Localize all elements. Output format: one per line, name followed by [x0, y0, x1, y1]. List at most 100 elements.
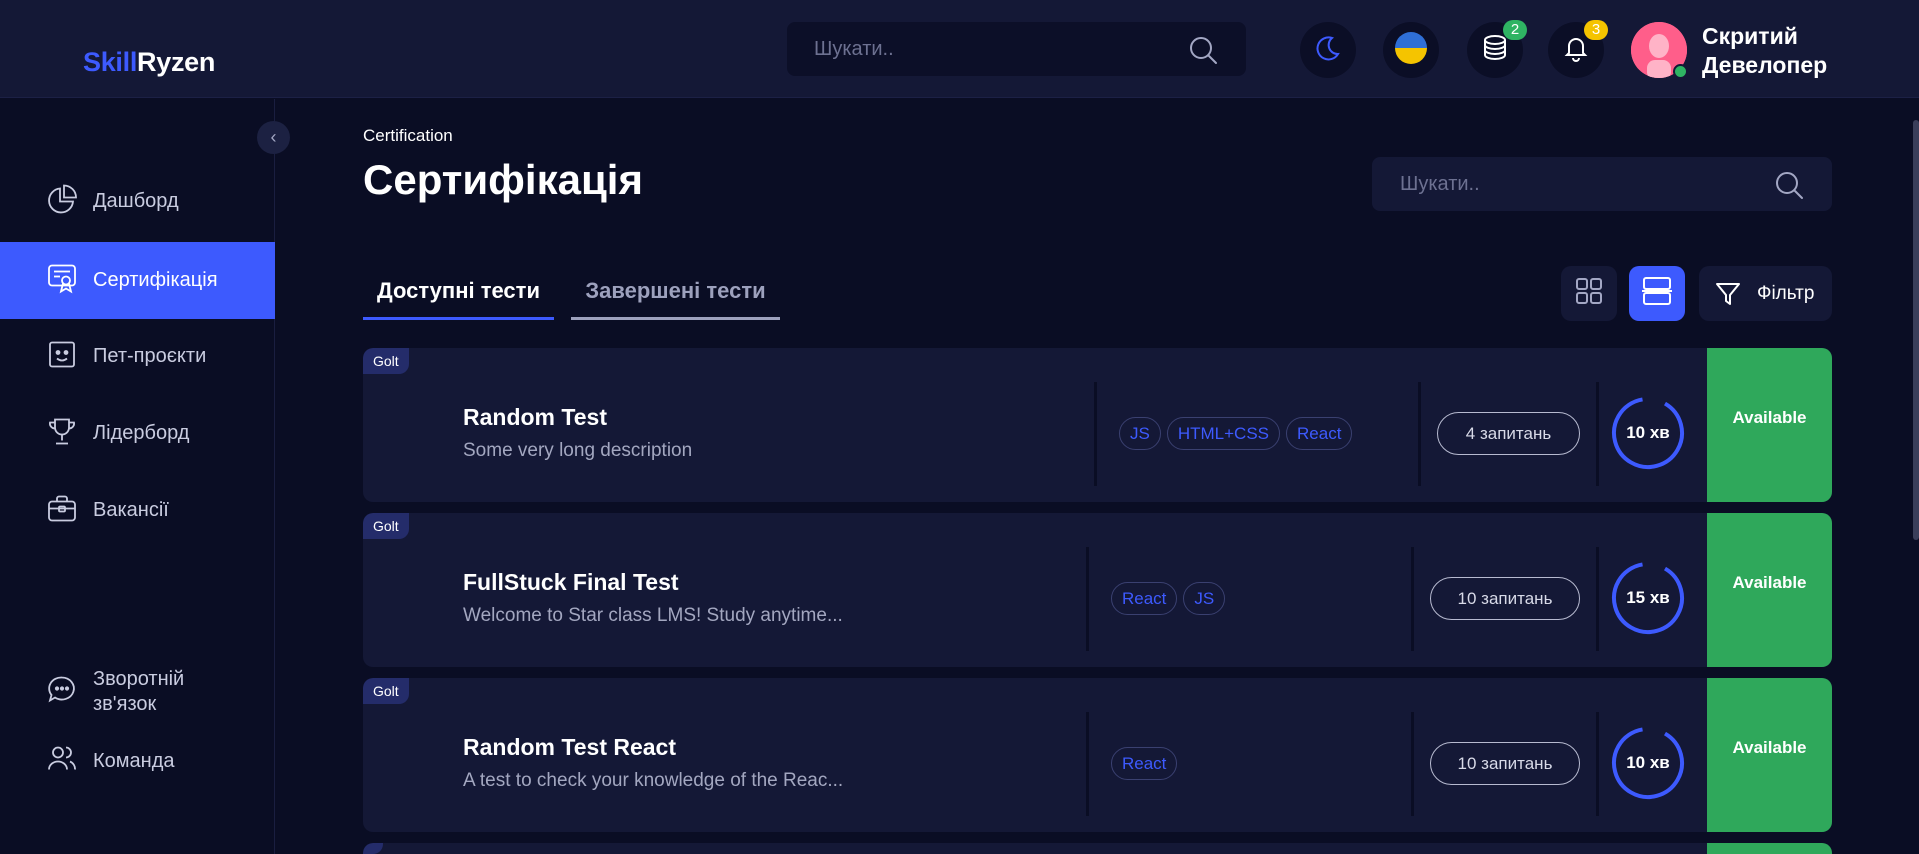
tab-completed-tests[interactable]: Завершені тести [571, 272, 780, 320]
language-button[interactable] [1383, 22, 1439, 78]
sidebar-item-label: Пет-проєкти [93, 345, 207, 367]
sidebar-item-label: Команда [93, 749, 175, 772]
briefcase-icon [46, 492, 78, 529]
filter-button[interactable]: Фільтр [1699, 266, 1832, 321]
test-duration: 10 хв [1626, 753, 1670, 772]
divider [1596, 712, 1599, 816]
trophy-icon [46, 415, 78, 452]
tag: JS [1183, 582, 1226, 615]
user-name-line1: Скритий [1702, 23, 1798, 49]
notifications-badge: 3 [1584, 20, 1608, 40]
users-icon [46, 743, 78, 780]
user-name-line2: Девелопер [1702, 52, 1828, 78]
header-search[interactable]: Шукати.. [787, 22, 1246, 76]
sidebar-item-pet-projects[interactable]: Пет-проєкти [0, 318, 275, 395]
theme-toggle-button[interactable] [1300, 22, 1356, 78]
moon-icon [1314, 34, 1342, 67]
questions-count: 4 запитань [1437, 412, 1580, 455]
org-badge: Golt [363, 348, 409, 374]
sidebar-item-label: Зворотній зв'язок [93, 667, 184, 717]
tag: React [1111, 747, 1178, 780]
app-logo[interactable]: SkillRyzen [83, 47, 215, 78]
divider [1411, 712, 1414, 816]
sidebar-item-certification[interactable]: Сертифікація [0, 242, 275, 319]
sidebar: Дашборд Сертифікація Пет-проєкти Лідербо… [0, 99, 275, 854]
pie-chart-icon [46, 183, 78, 220]
test-title[interactable]: Random Test React [463, 734, 676, 761]
chevron-left-icon: ‹ [270, 127, 277, 147]
tag: React [1286, 417, 1353, 450]
online-status-dot [1673, 64, 1688, 79]
sidebar-item-label: Лідерборд [93, 422, 190, 444]
test-card[interactable] [363, 843, 1832, 854]
user-avatar[interactable] [1631, 22, 1688, 79]
test-description: A test to check your knowledge of the Re… [463, 770, 844, 791]
test-description: Some very long description [463, 440, 693, 461]
sidebar-item-dashboard[interactable]: Дашборд [0, 163, 275, 240]
test-title[interactable]: FullStuck Final Test [463, 569, 679, 596]
org-badge: Golt [363, 678, 409, 704]
tests-search-input[interactable]: Шукати.. [1400, 173, 1480, 196]
search-icon[interactable] [1774, 170, 1804, 205]
chat-bubble-icon [46, 674, 78, 711]
divider [1596, 547, 1599, 651]
divider [1596, 382, 1599, 486]
tag: React [1111, 582, 1178, 615]
divider [1086, 547, 1089, 651]
test-card[interactable]: Golt Random Test React A test to check y… [363, 678, 1832, 832]
status-available-button[interactable]: Available [1707, 513, 1832, 667]
project-face-icon [46, 338, 78, 375]
header-search-input[interactable]: Шукати.. [814, 38, 894, 61]
test-title[interactable]: Random Test [463, 404, 607, 431]
sidebar-item-leaderboard[interactable]: Лідерборд [0, 395, 275, 472]
certificate-icon [46, 262, 78, 299]
sidebar-item-label: Сертифікація [93, 269, 218, 291]
org-badge-partial [363, 843, 383, 854]
sidebar-item-feedback[interactable]: Зворотній зв'язок [0, 652, 275, 732]
tab-available-tests[interactable]: Доступні тести [363, 272, 554, 320]
breadcrumb[interactable]: Certification [363, 126, 453, 146]
sidebar-item-label: Вакансії [93, 499, 169, 521]
test-duration: 10 хв [1626, 423, 1670, 442]
divider [1094, 382, 1097, 486]
status-available-button[interactable]: Available [1707, 348, 1832, 502]
sidebar-item-label: Дашборд [93, 190, 179, 212]
divider [1411, 547, 1414, 651]
logo-part-skill: Skill [83, 47, 138, 77]
questions-count: 10 запитань [1430, 577, 1580, 620]
tests-search[interactable]: Шукати.. [1372, 157, 1832, 211]
divider [1086, 712, 1089, 816]
top-header: SkillRyzen Шукати.. 2 3 Скритий Девелопе… [0, 0, 1919, 98]
grid-icon [1575, 277, 1603, 310]
coins-badge: 2 [1503, 20, 1527, 40]
grid-view-button[interactable] [1561, 266, 1617, 321]
ukraine-flag-icon [1394, 31, 1428, 70]
test-card[interactable]: Golt FullStuck Final Test Welcome to Sta… [363, 513, 1832, 667]
test-card[interactable]: Golt Random Test Some very long descript… [363, 348, 1832, 502]
list-view-icon [1642, 276, 1672, 311]
feedback-line2: зв'язок [93, 693, 157, 715]
tag-list: React [1111, 747, 1178, 780]
user-name[interactable]: Скритий Девелопер [1702, 22, 1827, 80]
tag: JS [1119, 417, 1161, 450]
test-duration: 15 хв [1626, 588, 1670, 607]
coins-button[interactable]: 2 [1467, 20, 1527, 78]
tag: HTML+CSS [1166, 417, 1281, 450]
status-available-button[interactable]: Available [1707, 678, 1832, 832]
org-badge: Golt [363, 513, 409, 539]
status-available-button[interactable] [1707, 843, 1832, 854]
bell-icon [1562, 34, 1590, 67]
page-title: Сертифікація [363, 156, 643, 203]
search-icon[interactable] [1188, 35, 1218, 70]
tag-list: React JS [1111, 582, 1226, 615]
tag-list: JS HTML+CSS React [1119, 417, 1353, 450]
questions-count: 10 запитань [1430, 742, 1580, 785]
page-scrollbar[interactable] [1913, 120, 1919, 540]
sidebar-item-team[interactable]: Команда [0, 730, 275, 792]
notifications-button[interactable]: 3 [1548, 20, 1608, 78]
collapse-sidebar-button[interactable]: ‹ [257, 121, 290, 154]
list-view-button[interactable] [1629, 266, 1685, 321]
coins-icon [1480, 33, 1510, 68]
sidebar-item-vacancies[interactable]: Вакансії [0, 472, 275, 549]
filter-label: Фільтр [1757, 283, 1815, 304]
